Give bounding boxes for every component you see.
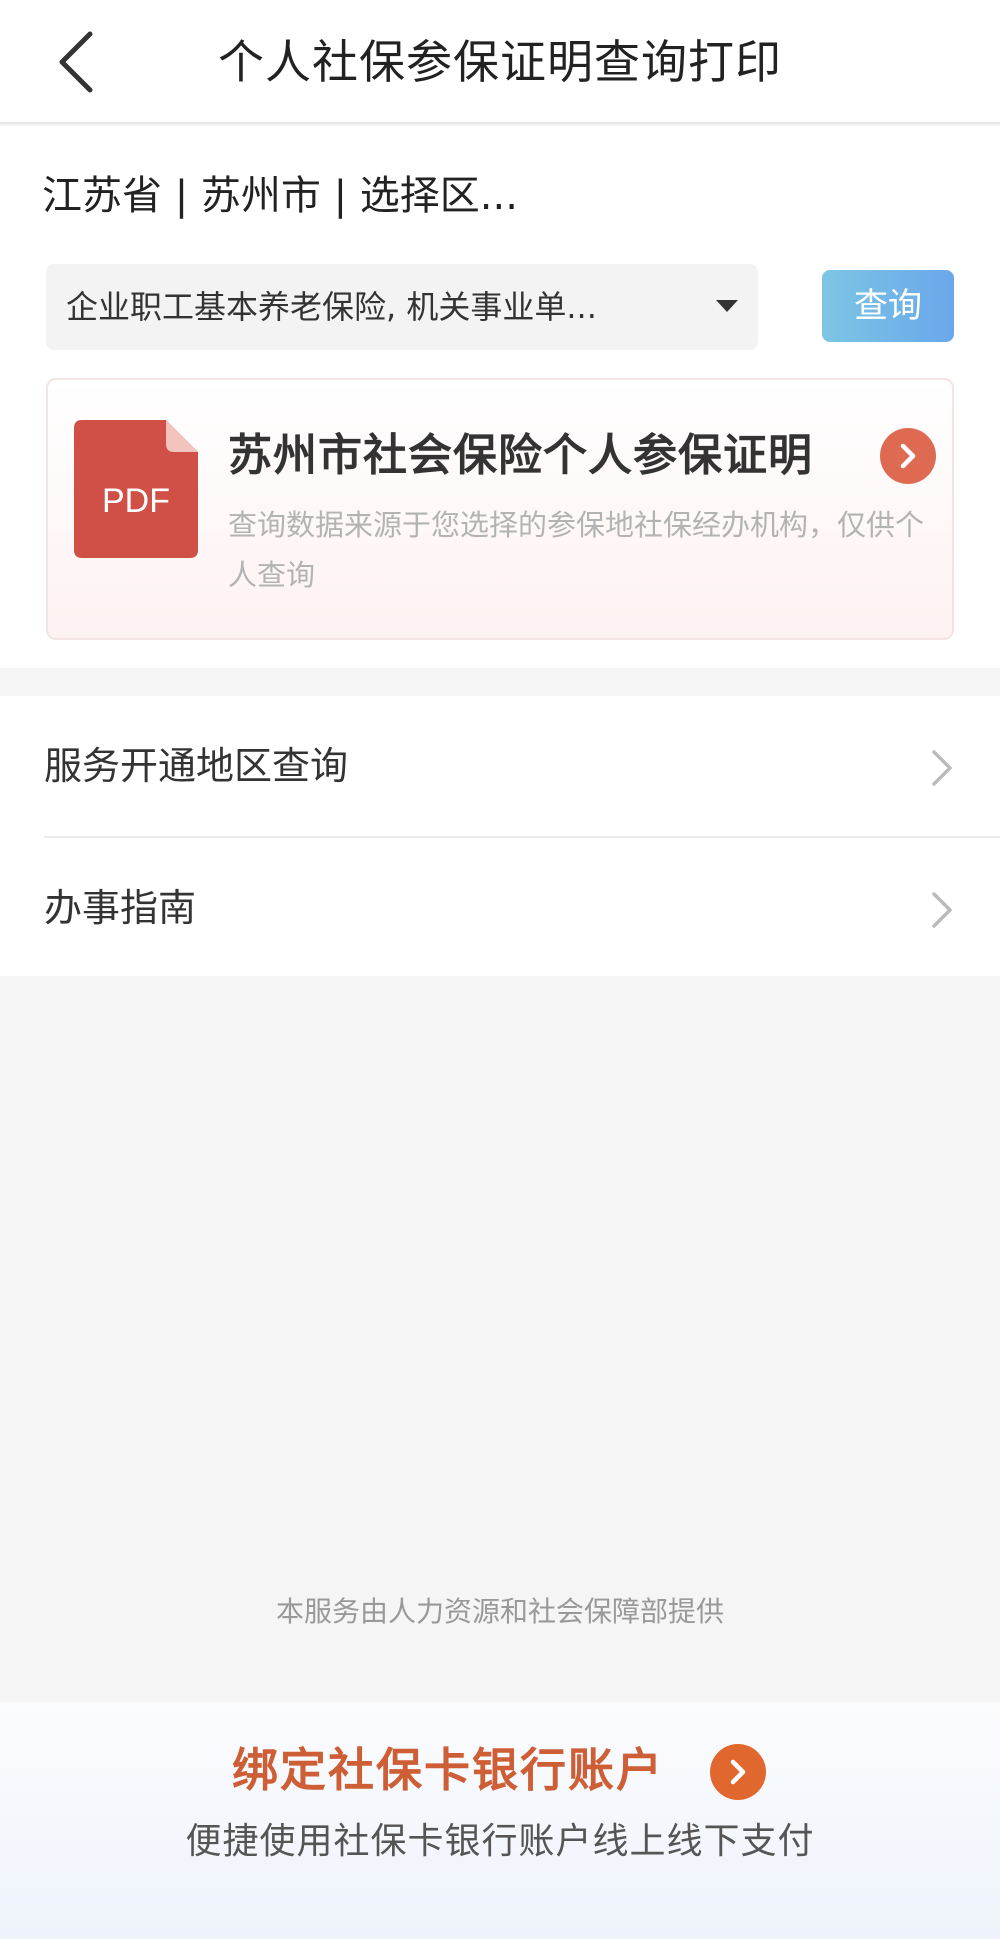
insurance-type-select[interactable]: 企业职工基本养老保险, 机关事业单... (46, 264, 758, 350)
pdf-file-icon: PDF (74, 420, 198, 558)
provider-note: 本服务由人力资源和社会保障部提供 (275, 1595, 724, 1628)
chevron-right-icon (932, 892, 952, 928)
list-item-guide[interactable]: 办事指南 (0, 838, 1000, 978)
insurance-type-value: 企业职工基本养老保险, 机关事业单... (66, 288, 597, 326)
certificate-description: 查询数据来源于您选择的参保地社保经办机构，仅供个人查询 (228, 508, 925, 592)
region-selector[interactable]: 江苏省 | 苏州市 | 选择区... (42, 166, 518, 226)
pdf-icon-label: PDF (102, 482, 170, 520)
chevron-right-icon (900, 443, 916, 469)
page-title: 个人社保参保证明查询打印 (218, 35, 782, 89)
app-header: 个人社保参保证明查询打印 (0, 0, 1000, 124)
list-item-service-region[interactable]: 服务开通地区查询 (0, 696, 1000, 838)
certificate-title: 苏州市社会保险个人参保证明 (228, 430, 813, 481)
bind-banner-arrow-button[interactable] (710, 1744, 766, 1800)
query-panel: 江苏省 | 苏州市 | 选择区... 企业职工基本养老保险, 机关事业单... … (0, 126, 1000, 668)
list-item-label: 办事指南 (44, 886, 197, 930)
bind-banner-subtitle: 便捷使用社保卡银行账户线上线下支付 (185, 1821, 815, 1862)
bind-bank-account-banner[interactable]: 绑定社保卡银行账户 便捷使用社保卡银行账户线上线下支付 (0, 1702, 1000, 1939)
caret-down-icon (716, 300, 738, 312)
chevron-right-icon (932, 750, 952, 786)
certificate-arrow-button[interactable] (880, 428, 936, 484)
query-button[interactable]: 查询 (822, 270, 954, 342)
certificate-card[interactable]: PDF 苏州市社会保险个人参保证明 查询数据来源于您选择的参保地社保经办机构，仅… (46, 378, 954, 640)
bind-banner-title: 绑定社保卡银行账户 (232, 1743, 664, 1797)
list-item-label: 服务开通地区查询 (44, 744, 349, 788)
service-list: 服务开通地区查询 办事指南 (0, 696, 1000, 976)
chevron-right-icon (730, 1759, 746, 1785)
